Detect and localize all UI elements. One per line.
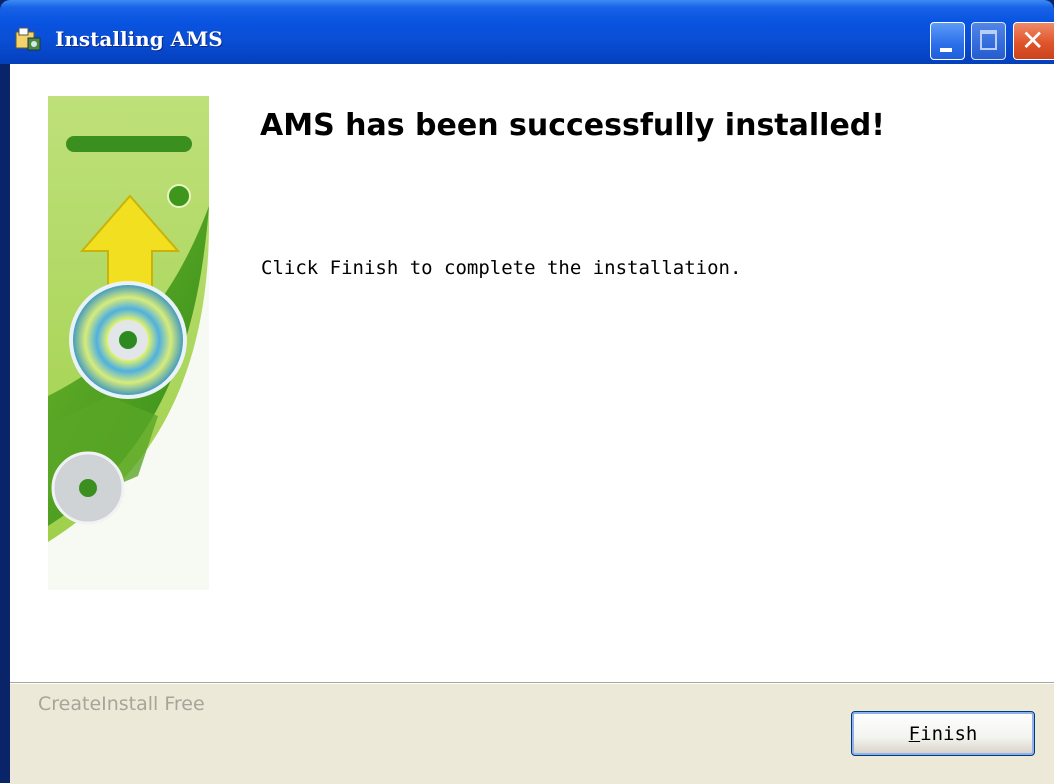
installer-icon	[15, 27, 41, 51]
minimize-icon	[940, 48, 952, 52]
finish-button[interactable]: Finish	[851, 711, 1035, 756]
installer-body: AMS has been successfully installed! Cli…	[10, 64, 1054, 784]
success-heading: AMS has been successfully installed!	[260, 108, 885, 143]
cd-install-graphic	[48, 96, 209, 590]
brand-label: CreateInstall Free	[38, 693, 205, 715]
footer-divider	[10, 683, 1054, 684]
button-bar: CreateInstall Free Finish	[10, 682, 1054, 784]
close-button[interactable]: ✕	[1013, 22, 1054, 60]
maximize-button[interactable]	[971, 22, 1006, 60]
window-title: Installing AMS	[55, 27, 223, 51]
finish-label: inish	[920, 722, 978, 745]
maximize-icon	[980, 30, 997, 50]
close-icon: ✕	[1021, 24, 1045, 57]
minimize-button[interactable]	[930, 22, 965, 60]
instruction-text: Click Finish to complete the installatio…	[261, 257, 742, 279]
title-bar[interactable]: Installing AMS ✕	[0, 0, 1054, 64]
installer-window: Installing AMS ✕ AMS has been successful…	[0, 0, 1054, 784]
finish-mnemonic: F	[908, 722, 921, 745]
